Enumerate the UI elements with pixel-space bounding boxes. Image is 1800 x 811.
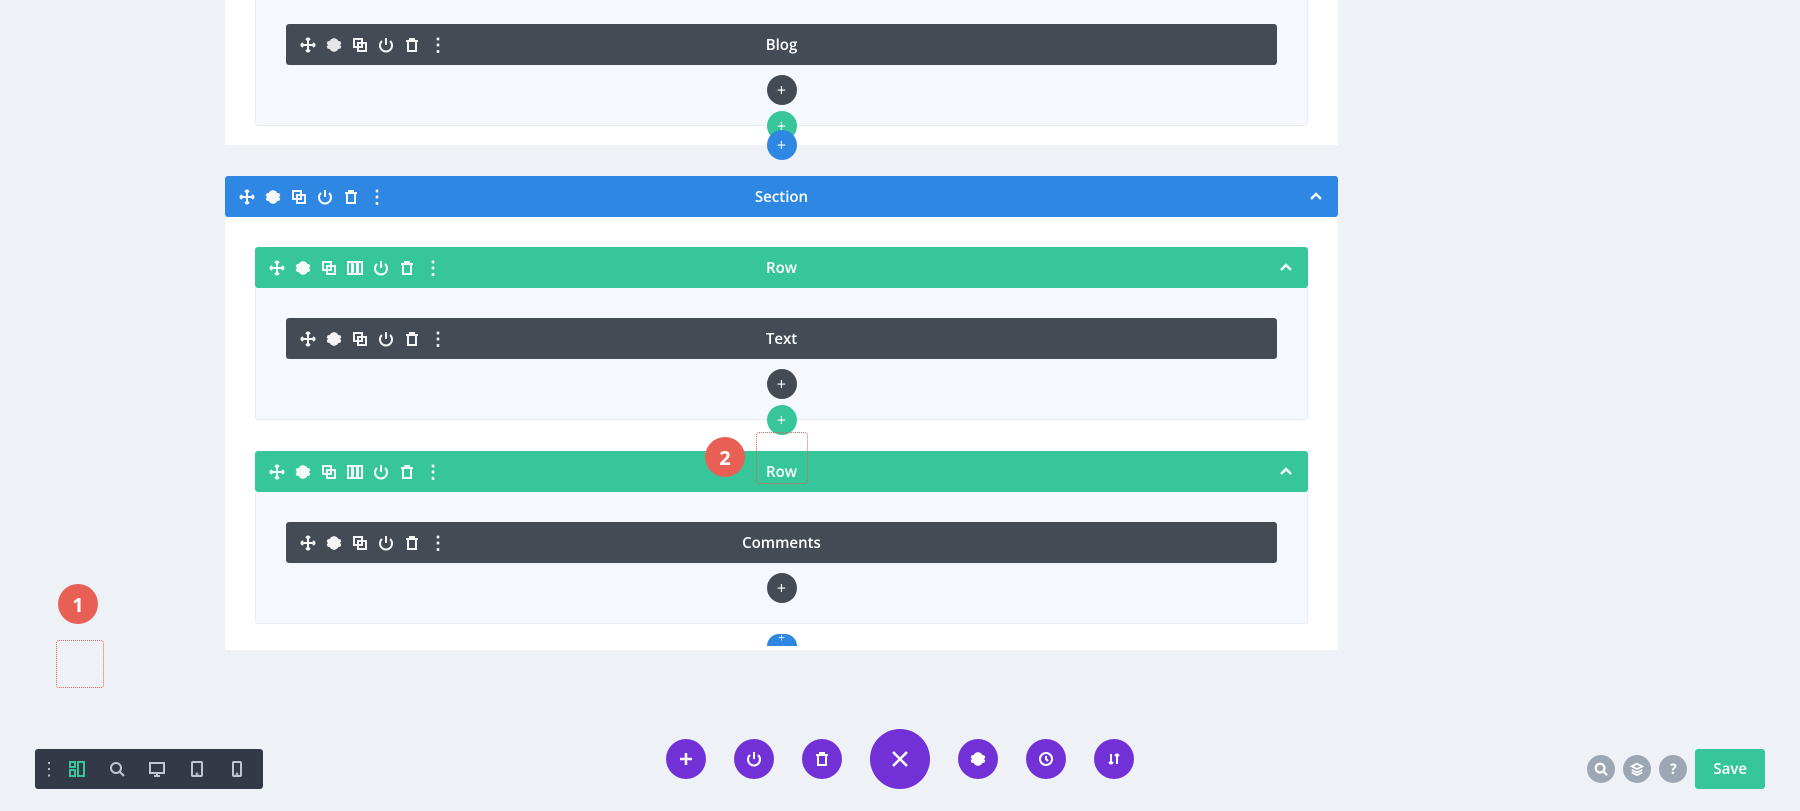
add-row-button-highlighted[interactable]: +: [767, 405, 797, 435]
move-icon[interactable]: [300, 37, 316, 53]
move-icon[interactable]: [239, 189, 255, 205]
gear-icon[interactable]: [295, 464, 311, 480]
ellipsis-icon[interactable]: ⋮: [430, 37, 446, 53]
desktop-icon[interactable]: [137, 749, 177, 789]
add-section-button[interactable]: +: [767, 130, 797, 160]
zoom-icon[interactable]: [97, 749, 137, 789]
layers-button[interactable]: [1623, 755, 1651, 783]
duplicate-icon[interactable]: [291, 189, 307, 205]
add-module-button[interactable]: +: [767, 573, 797, 603]
add-section-peek[interactable]: +: [767, 634, 797, 646]
history-button[interactable]: [1026, 739, 1066, 779]
search-button[interactable]: [1587, 755, 1615, 783]
section-title: Section: [225, 187, 1338, 207]
module-bar-blog[interactable]: ⋮ Blog: [286, 24, 1277, 65]
add-module-button[interactable]: +: [767, 369, 797, 399]
move-icon[interactable]: [300, 331, 316, 347]
move-icon[interactable]: [269, 464, 285, 480]
module-bar-text[interactable]: ⋮ Text: [286, 318, 1277, 359]
row-bar[interactable]: ⋮ Row: [255, 247, 1308, 288]
annotation-2: 2: [705, 437, 745, 477]
help-toolbar: ? Save: [1587, 749, 1765, 789]
trash-button[interactable]: [802, 739, 842, 779]
annotation-1-box: [56, 640, 104, 688]
trash-icon[interactable]: [404, 37, 420, 53]
power-icon[interactable]: [317, 189, 333, 205]
trash-icon[interactable]: [404, 331, 420, 347]
duplicate-icon[interactable]: [352, 535, 368, 551]
trash-icon[interactable]: [343, 189, 359, 205]
action-toolbar: [666, 729, 1134, 789]
help-button[interactable]: ?: [1659, 755, 1687, 783]
more-icon[interactable]: ⋮: [41, 749, 57, 789]
duplicate-icon[interactable]: [321, 464, 337, 480]
trash-icon[interactable]: [399, 260, 415, 276]
duplicate-icon[interactable]: [352, 37, 368, 53]
tablet-icon[interactable]: [177, 749, 217, 789]
columns-icon[interactable]: [347, 260, 363, 276]
ellipsis-icon[interactable]: ⋮: [369, 189, 385, 205]
module-bar-comments[interactable]: ⋮ Comments: [286, 522, 1277, 563]
gear-icon[interactable]: [265, 189, 281, 205]
power-icon[interactable]: [373, 464, 389, 480]
power-icon[interactable]: [373, 260, 389, 276]
chevron-up-icon[interactable]: [1308, 189, 1324, 205]
duplicate-icon[interactable]: [352, 331, 368, 347]
power-icon[interactable]: [378, 331, 394, 347]
ellipsis-icon[interactable]: ⋮: [430, 535, 446, 551]
view-toolbar: ⋮: [35, 749, 263, 789]
duplicate-icon[interactable]: [321, 260, 337, 276]
move-icon[interactable]: [269, 260, 285, 276]
trash-icon[interactable]: [399, 464, 415, 480]
sort-button[interactable]: [1094, 739, 1134, 779]
chevron-up-icon[interactable]: [1278, 260, 1294, 276]
save-button[interactable]: Save: [1695, 749, 1765, 789]
ellipsis-icon[interactable]: ⋮: [430, 331, 446, 347]
gear-icon[interactable]: [326, 37, 342, 53]
settings-button[interactable]: [958, 739, 998, 779]
power-button[interactable]: [734, 739, 774, 779]
row-bar[interactable]: ⋮ Row: [255, 451, 1308, 492]
power-icon[interactable]: [378, 535, 394, 551]
gear-icon[interactable]: [295, 260, 311, 276]
close-button[interactable]: [870, 729, 930, 789]
add-button[interactable]: [666, 739, 706, 779]
gear-icon[interactable]: [326, 331, 342, 347]
ellipsis-icon[interactable]: ⋮: [425, 260, 441, 276]
power-icon[interactable]: [378, 37, 394, 53]
trash-icon[interactable]: [404, 535, 420, 551]
ellipsis-icon[interactable]: ⋮: [425, 464, 441, 480]
gear-icon[interactable]: [326, 535, 342, 551]
section-bar[interactable]: ⋮ Section: [225, 176, 1338, 217]
annotation-1: 1: [58, 584, 98, 624]
chevron-up-icon[interactable]: [1278, 464, 1294, 480]
wireframe-view-icon[interactable]: [57, 749, 97, 789]
move-icon[interactable]: [300, 535, 316, 551]
columns-icon[interactable]: [347, 464, 363, 480]
phone-icon[interactable]: [217, 749, 257, 789]
add-module-button[interactable]: +: [767, 75, 797, 105]
